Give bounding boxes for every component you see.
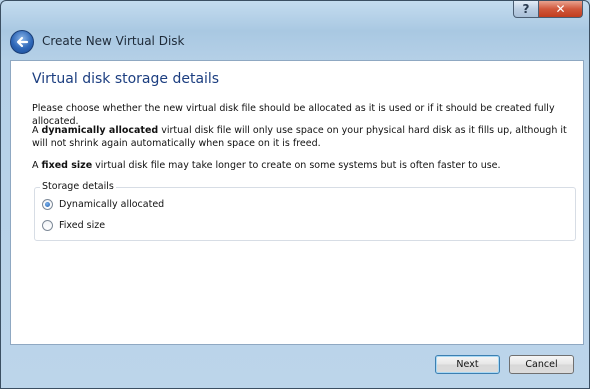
caption-buttons: ? ✕ — [513, 1, 583, 18]
page-title: Virtual disk storage details — [32, 71, 220, 87]
fixed-description: A fixed size virtual disk file may take … — [32, 159, 567, 172]
radio-label-dynamic[interactable]: Dynamically allocated — [59, 199, 164, 210]
radio-indicator-dynamic[interactable] — [42, 199, 53, 210]
back-arrow-icon — [16, 36, 29, 48]
back-button[interactable] — [10, 30, 34, 54]
dynamic-description: A dynamically allocated virtual disk fil… — [32, 124, 567, 150]
radio-label-fixed[interactable]: Fixed size — [59, 220, 105, 231]
dynamic-bold-term: dynamically allocated — [41, 125, 159, 136]
fixed-bold-term: fixed size — [41, 160, 93, 171]
dialog-title: Create New Virtual Disk — [42, 34, 185, 48]
radio-fixed-size[interactable]: Fixed size — [42, 220, 105, 231]
help-button[interactable]: ? — [513, 1, 539, 18]
fixed-rest: virtual disk file may take longer to cre… — [92, 160, 501, 171]
cancel-button[interactable]: Cancel — [509, 355, 574, 374]
fixed-prefix: A — [32, 160, 42, 171]
button-bar: Next Cancel — [1, 345, 589, 388]
next-button[interactable]: Next — [435, 355, 500, 374]
storage-details-legend: Storage details — [40, 181, 116, 192]
title-bar: ? ✕ Create New Virtual Disk — [1, 1, 589, 61]
close-button[interactable]: ✕ — [539, 1, 583, 18]
wizard-page: Virtual disk storage details Please choo… — [10, 60, 584, 345]
radio-dynamically-allocated[interactable]: Dynamically allocated — [42, 199, 164, 210]
dynamic-prefix: A — [32, 125, 42, 136]
radio-indicator-fixed[interactable] — [42, 220, 53, 231]
dialog-window: ? ✕ Create New Virtual Disk Virtual disk… — [0, 0, 590, 389]
storage-details-group: Storage details Dynamically allocated Fi… — [34, 181, 576, 241]
